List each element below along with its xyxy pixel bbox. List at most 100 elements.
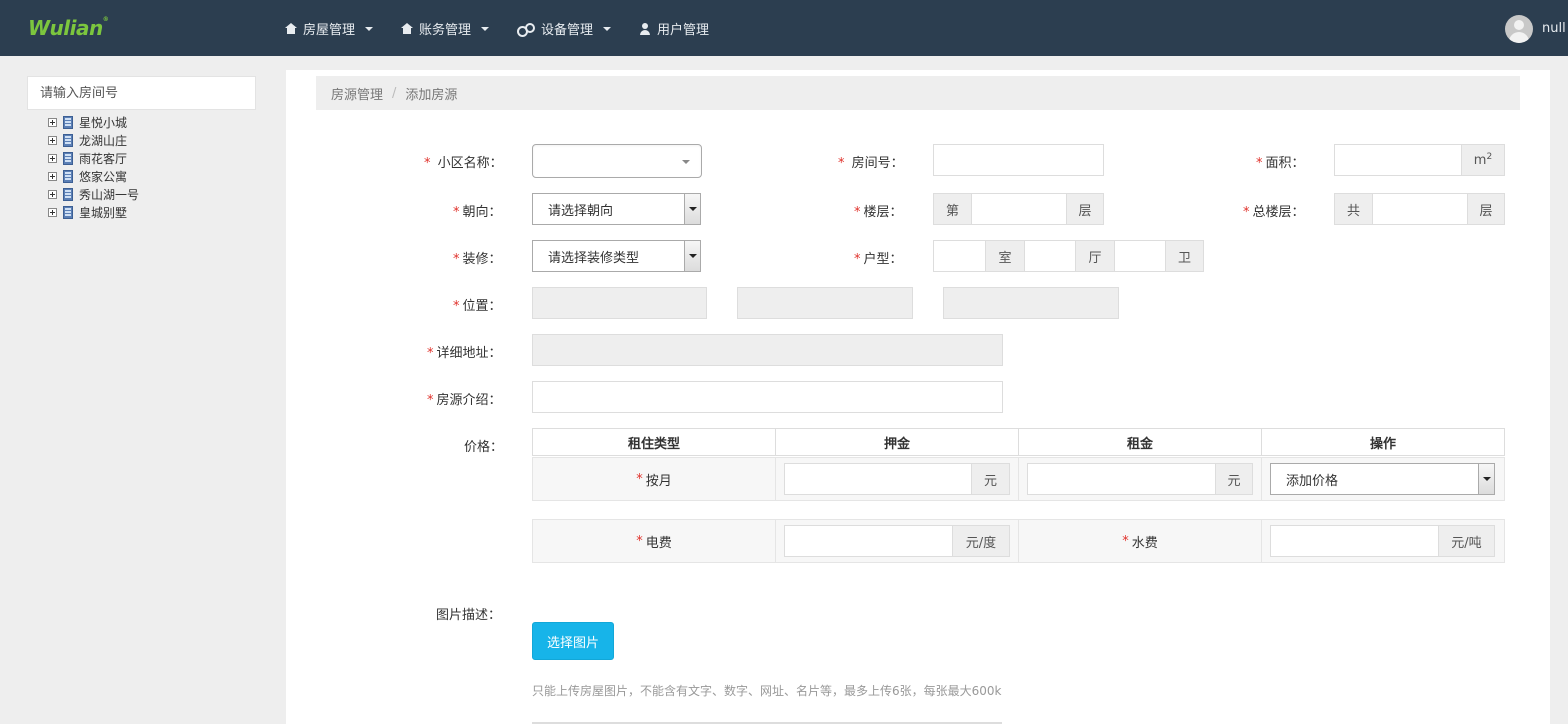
room-search-input[interactable] (27, 76, 256, 110)
hall-count-input[interactable] (1024, 240, 1076, 272)
nav-house-management[interactable]: 房屋管理 (285, 19, 374, 38)
wulian-logo[interactable]: Wulian® (28, 16, 109, 40)
community-select[interactable] (532, 144, 702, 178)
expand-plus-icon[interactable] (48, 171, 57, 181)
nav-finance-management[interactable]: 账务管理 (401, 19, 490, 38)
caret-down-icon (603, 26, 612, 31)
tree-item[interactable]: 龙湖山庄 (48, 131, 139, 149)
deposit-unit-addon: 元 (971, 463, 1010, 495)
top-navbar: Wulian® 房屋管理 账务管理 设备管理 用户管理 null (0, 0, 1568, 56)
district-field (943, 287, 1119, 319)
caret-down-icon (365, 26, 374, 31)
home-icon (285, 22, 297, 35)
dropdown-arrow-icon (684, 241, 700, 271)
price-header-action: 操作 (1261, 428, 1505, 456)
nav-label: 账务管理 (419, 23, 472, 38)
bathroom-addon: 卫 (1165, 240, 1204, 272)
hall-addon: 厅 (1075, 240, 1115, 272)
community-tree: 星悦小城 龙湖山庄 雨花客厅 悠家公寓 秀山湖一号 皇城别墅 (48, 113, 139, 221)
building-icon (63, 187, 73, 201)
expand-plus-icon[interactable] (48, 117, 57, 127)
deposit-input[interactable] (784, 463, 972, 495)
monthly-type-cell: * 按月 (532, 457, 776, 501)
bedroom-addon: 室 (985, 240, 1025, 272)
area-label: * 面积： (1256, 156, 1305, 171)
expand-plus-icon[interactable] (48, 207, 57, 217)
expand-plus-icon[interactable] (48, 153, 57, 163)
price-header-deposit: 押金 (775, 428, 1019, 456)
water-label-cell: * 水费 (1018, 519, 1262, 563)
decoration-select[interactable]: 请选择装修类型 (532, 240, 701, 272)
add-price-select[interactable]: 添加价格 (1270, 463, 1495, 495)
decoration-label: * 装修： (453, 252, 502, 267)
floor-label: * 楼层： (854, 205, 903, 220)
room-number-input[interactable] (933, 144, 1104, 176)
breadcrumb: 房源管理 / 添加房源 (316, 76, 1520, 110)
nav-label: 设备管理 (541, 23, 594, 38)
total-floors-suffix-addon: 层 (1467, 193, 1505, 225)
image-desc-label: 图片描述： (436, 608, 502, 623)
floor-suffix-addon: 层 (1066, 193, 1104, 225)
price-label: 价格： (464, 440, 504, 455)
dropdown-arrow-icon (1478, 464, 1494, 494)
expand-plus-icon[interactable] (48, 135, 57, 145)
breadcrumb-separator: / (392, 85, 397, 101)
room-number-label: * 房间号： (838, 156, 904, 171)
tree-item-label: 雨花客厅 (79, 151, 128, 166)
electricity-fee-input[interactable] (784, 525, 953, 557)
breadcrumb-item[interactable]: 房源管理 (331, 84, 383, 103)
caret-down-icon (682, 160, 690, 164)
select-image-button[interactable]: 选择图片 (532, 622, 614, 660)
building-icon (63, 205, 73, 219)
tree-item-label: 皇城别墅 (79, 205, 128, 220)
electricity-unit-addon: 元/度 (952, 525, 1010, 557)
bathroom-count-input[interactable] (1114, 240, 1166, 272)
tree-item-label: 龙湖山庄 (79, 133, 128, 148)
address-label: * 详细地址： (427, 346, 502, 361)
location-label: * 位置： (453, 299, 502, 314)
floor-prefix-addon: 第 (933, 193, 972, 225)
tree-item[interactable]: 星悦小城 (48, 113, 139, 131)
city-field (737, 287, 913, 319)
community-label: * 小区名称： (424, 156, 503, 171)
house-intro-input[interactable] (532, 381, 1003, 413)
layout-label: * 户型： (854, 252, 903, 267)
nav-label: 房屋管理 (303, 23, 356, 38)
nav-user-management[interactable]: 用户管理 (639, 19, 709, 38)
orientation-select[interactable]: 请选择朝向 (532, 193, 701, 225)
water-unit-addon: 元/吨 (1438, 525, 1495, 557)
dropdown-arrow-icon (684, 194, 700, 224)
building-icon (63, 115, 73, 129)
electricity-label-cell: * 电费 (532, 519, 776, 563)
building-icon (63, 169, 73, 183)
rent-input[interactable] (1027, 463, 1216, 495)
tree-item-label: 秀山湖一号 (79, 187, 140, 202)
nav-label: 用户管理 (657, 23, 710, 38)
breadcrumb-current: 添加房源 (405, 87, 458, 103)
floor-input[interactable] (971, 193, 1067, 225)
tree-item[interactable]: 皇城别墅 (48, 203, 139, 221)
tree-item-label: 星悦小城 (79, 115, 128, 130)
user-icon (639, 22, 651, 35)
tree-item-label: 悠家公寓 (79, 169, 128, 184)
tree-item[interactable]: 秀山湖一号 (48, 185, 139, 203)
province-field (532, 287, 707, 319)
bedroom-count-input[interactable] (933, 240, 986, 272)
area-unit-addon: m2 (1461, 144, 1505, 176)
price-header-rent: 租金 (1018, 428, 1262, 456)
orientation-label: * 朝向： (453, 205, 502, 220)
expand-plus-icon[interactable] (48, 189, 57, 199)
nav-device-management[interactable]: 设备管理 (517, 19, 612, 38)
area-input[interactable] (1334, 144, 1462, 176)
rent-unit-addon: 元 (1215, 463, 1253, 495)
price-header-rent-type: 租住类型 (532, 428, 776, 456)
water-fee-input[interactable] (1270, 525, 1439, 557)
avatar[interactable] (1505, 15, 1533, 43)
intro-label: * 房源介绍： (427, 393, 502, 408)
detail-address-field (532, 334, 1003, 366)
total-floors-input[interactable] (1372, 193, 1468, 225)
home-icon (401, 22, 413, 35)
tree-item[interactable]: 悠家公寓 (48, 167, 139, 185)
tree-item[interactable]: 雨花客厅 (48, 149, 139, 167)
username[interactable]: null (1542, 21, 1566, 36)
